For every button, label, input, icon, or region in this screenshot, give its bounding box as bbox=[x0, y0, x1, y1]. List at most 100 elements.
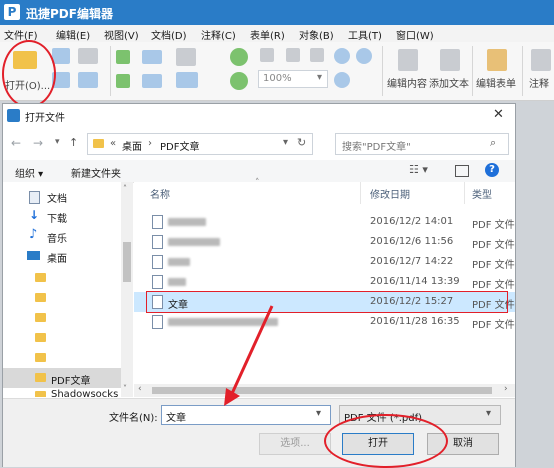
scrollbar-thumb[interactable] bbox=[123, 242, 131, 282]
breadcrumb-item[interactable]: 桌面 bbox=[122, 138, 142, 153]
chevron-down-icon: ▾ bbox=[486, 408, 492, 419]
organize-button[interactable]: 组织 ▾ bbox=[15, 165, 43, 180]
nav-item-folder[interactable] bbox=[3, 308, 121, 328]
menu-form[interactable]: 表单(R) bbox=[250, 27, 285, 42]
snapshot-icon[interactable] bbox=[176, 72, 198, 88]
app-logo-icon: P bbox=[4, 4, 20, 20]
close-icon[interactable]: ✕ bbox=[493, 107, 504, 122]
table-row[interactable]: 2016/12/6 11:56 PDF 文件 bbox=[134, 232, 515, 252]
view-options-icon[interactable]: ☷ ▾ bbox=[409, 163, 428, 176]
breadcrumb-item[interactable]: PDF文章 bbox=[160, 138, 199, 153]
fit-width-icon[interactable] bbox=[310, 48, 324, 62]
chevron-right-icon[interactable]: › bbox=[504, 384, 508, 394]
nav-item-folder[interactable] bbox=[3, 268, 121, 288]
marquee-zoom-icon[interactable] bbox=[334, 72, 350, 88]
table-row[interactable]: 2016/11/28 16:35 PDF 文件 bbox=[134, 312, 515, 332]
ribbon-toolbar: 打开(O)... 100% ▾ 编辑内容 添加文本 编辑表单 注释 bbox=[0, 42, 554, 101]
new-folder-button[interactable]: 新建文件夹 bbox=[71, 165, 121, 180]
edit-form-label: 编辑表单 bbox=[476, 79, 516, 90]
chevron-down-icon: ▾ bbox=[317, 72, 323, 83]
app-title: 迅捷PDF编辑器 bbox=[26, 7, 113, 21]
nav-item-pdf-articles[interactable]: PDF文章 bbox=[3, 368, 121, 388]
nav-item-folder[interactable] bbox=[3, 288, 121, 308]
menu-object[interactable]: 对象(B) bbox=[299, 27, 334, 42]
nav-item-documents[interactable]: 文档 bbox=[3, 186, 121, 206]
pdf-file-icon bbox=[152, 315, 163, 329]
chevron-down-icon[interactable]: ˅ bbox=[123, 384, 127, 393]
forward-arrow-icon[interactable]: → bbox=[33, 136, 43, 150]
up-arrow-icon[interactable]: ↑ bbox=[69, 136, 78, 149]
file-date: 2016/12/6 11:56 bbox=[370, 236, 454, 247]
nav-item-desktop[interactable]: 桌面 bbox=[3, 246, 121, 266]
hand-tool-icon[interactable] bbox=[176, 48, 196, 66]
annotate-label: 注释 bbox=[529, 79, 549, 90]
chevron-down-icon[interactable]: ▾ bbox=[283, 137, 288, 148]
zoom-select[interactable]: 100% ▾ bbox=[258, 70, 328, 88]
edit-form-icon bbox=[487, 49, 507, 71]
undo-icon[interactable] bbox=[142, 50, 162, 64]
horizontal-scrollbar[interactable]: ‹ › bbox=[134, 384, 515, 397]
menu-edit[interactable]: 编辑(E) bbox=[56, 27, 90, 42]
annotation-circle-buttons bbox=[324, 414, 448, 468]
table-row[interactable]: 2016/11/14 13:39 PDF 文件 bbox=[134, 272, 515, 292]
edit-content-label: 编辑内容 bbox=[387, 79, 427, 90]
column-divider[interactable] bbox=[464, 182, 465, 204]
recent-chevron-icon[interactable]: ▾ bbox=[55, 137, 60, 147]
breadcrumb[interactable]: « 桌面 › PDF文章 ▾ ↻ bbox=[87, 133, 313, 155]
actual-size-icon[interactable] bbox=[260, 48, 274, 62]
menu-view[interactable]: 视图(V) bbox=[104, 27, 139, 42]
column-name[interactable]: 名称 bbox=[150, 186, 170, 201]
column-divider[interactable] bbox=[360, 182, 361, 204]
save-icon[interactable] bbox=[52, 48, 70, 64]
annotate-button[interactable]: 注释 bbox=[526, 44, 554, 98]
nav-scrollbar[interactable]: ˄ ˅ bbox=[121, 182, 133, 397]
annotation-circle-open bbox=[2, 40, 56, 108]
column-date[interactable]: 修改日期 bbox=[370, 186, 410, 201]
file-date: 2016/12/7 14:22 bbox=[370, 256, 454, 267]
menu-tools[interactable]: 工具(T) bbox=[348, 27, 382, 42]
options-button[interactable]: 选项... bbox=[259, 433, 331, 455]
rotate-icon[interactable] bbox=[230, 48, 248, 66]
nav-item-folder[interactable] bbox=[3, 328, 121, 348]
file-type: PDF 文件 bbox=[472, 260, 515, 271]
import-icon[interactable] bbox=[116, 50, 130, 64]
chevron-down-icon[interactable]: ▾ bbox=[316, 408, 321, 419]
refresh-icon[interactable] bbox=[230, 72, 248, 90]
refresh-icon[interactable]: ↻ bbox=[297, 136, 306, 149]
fit-page-icon[interactable] bbox=[286, 48, 300, 62]
column-type[interactable]: 类型 bbox=[472, 186, 492, 201]
blurred-filename bbox=[168, 238, 220, 246]
navigation-pane: 文档 ↓ 下载 ♪ 音乐 桌面 PDF文章 Shadowsocks ˄ ˅ bbox=[3, 182, 133, 397]
search-input[interactable]: 搜索"PDF文章" ⌕ bbox=[335, 133, 509, 155]
menu-comment[interactable]: 注释(C) bbox=[201, 27, 236, 42]
preview-pane-icon[interactable] bbox=[455, 165, 469, 177]
menu-bar: 文件(F) 编辑(E) 视图(V) 文档(D) 注释(C) 表单(R) 对象(B… bbox=[0, 25, 554, 43]
nav-item-label: PDF文章 bbox=[51, 376, 91, 387]
email-icon[interactable] bbox=[78, 72, 98, 88]
zoom-in-icon[interactable] bbox=[334, 48, 350, 64]
dialog-title: 打开文件 bbox=[25, 113, 65, 124]
redo-icon[interactable] bbox=[142, 74, 162, 88]
help-icon[interactable]: ? bbox=[485, 163, 499, 177]
chevron-up-icon[interactable]: ˄ bbox=[123, 184, 127, 193]
print-icon[interactable] bbox=[78, 48, 98, 64]
table-row[interactable]: 2016/12/2 14:01 PDF 文件 bbox=[134, 212, 515, 232]
nav-item-shadowsocks[interactable]: Shadowsocks bbox=[3, 388, 121, 397]
nav-item-music[interactable]: ♪ 音乐 bbox=[3, 226, 121, 246]
zoom-out-icon[interactable] bbox=[356, 48, 372, 64]
dialog-app-icon bbox=[7, 109, 20, 122]
file-type: PDF 文件 bbox=[472, 220, 515, 231]
table-row[interactable]: 2016/12/7 14:22 PDF 文件 bbox=[134, 252, 515, 272]
export-icon[interactable] bbox=[116, 74, 130, 88]
edit-content-button[interactable]: 编辑内容 bbox=[386, 44, 430, 98]
add-text-button[interactable]: 添加文本 bbox=[428, 44, 472, 98]
scrollbar-thumb[interactable] bbox=[152, 387, 492, 394]
edit-form-button[interactable]: 编辑表单 bbox=[474, 44, 522, 98]
menu-window[interactable]: 窗口(W) bbox=[396, 27, 434, 42]
file-date: 2016/11/14 13:39 bbox=[370, 276, 460, 287]
menu-document[interactable]: 文档(D) bbox=[151, 27, 187, 42]
chevron-left-icon[interactable]: ‹ bbox=[138, 384, 142, 394]
back-arrow-icon[interactable]: ← bbox=[11, 136, 21, 150]
nav-item-downloads[interactable]: ↓ 下载 bbox=[3, 206, 121, 226]
nav-item-folder[interactable] bbox=[3, 348, 121, 368]
